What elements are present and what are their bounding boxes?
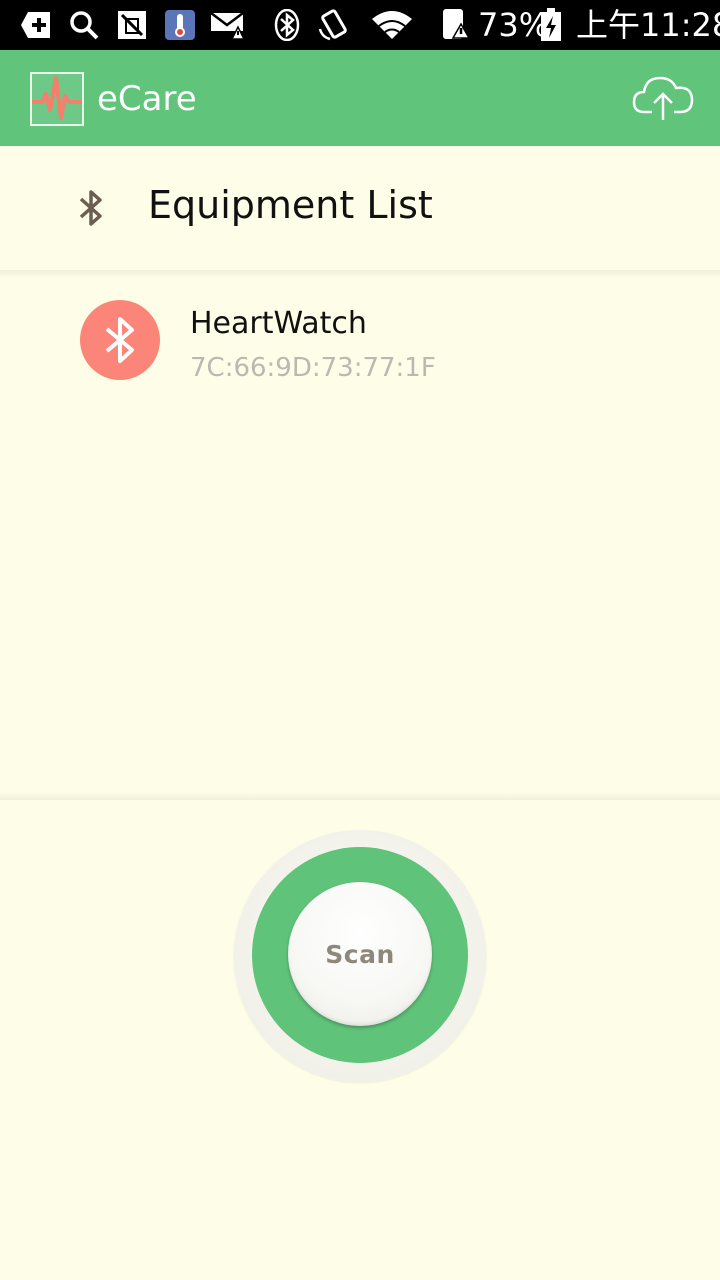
add-box-icon: [20, 9, 54, 41]
list-item-device[interactable]: HeartWatch 7C:66:9D:73:77:1F: [0, 276, 720, 406]
device-mac-address: 7C:66:9D:73:77:1F: [190, 353, 436, 383]
no-sim-icon: [116, 9, 148, 41]
wifi-icon: [370, 9, 414, 41]
scan-button[interactable]: Scan: [288, 882, 432, 1026]
clock: 上午11:28: [576, 6, 720, 44]
battery-percent: 73%: [478, 6, 550, 44]
scan-button-label: Scan: [325, 939, 395, 969]
rotate-icon: [318, 9, 352, 41]
page-title: Equipment List: [148, 183, 433, 227]
device-name: HeartWatch: [190, 306, 367, 341]
cloud-upload-icon[interactable]: [632, 72, 694, 124]
phone-alert-icon: [440, 9, 470, 41]
mail-alert-icon: [210, 9, 246, 41]
battery-charging-icon: [540, 8, 562, 41]
list-divider: [0, 792, 720, 800]
search-icon: [68, 9, 100, 41]
heartbeat-logo-icon: [30, 72, 84, 126]
bluetooth-icon: [76, 186, 106, 230]
status-bar: 73% 上午11:28: [0, 0, 720, 50]
equipment-list-header: Equipment List: [0, 146, 720, 270]
app-bar: eCare: [0, 50, 720, 146]
thermometer-app-icon: [164, 9, 196, 41]
bluetooth-icon: [272, 9, 302, 41]
bluetooth-icon: [80, 300, 160, 380]
app-title: eCare: [97, 79, 197, 119]
